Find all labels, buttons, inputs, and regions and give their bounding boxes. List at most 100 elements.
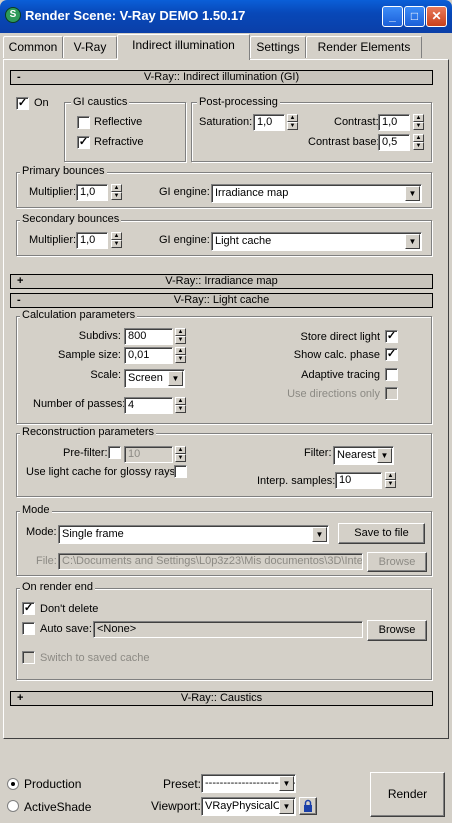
subdivs-spinner[interactable]: ▲ ▼ [175, 328, 186, 345]
render-button[interactable]: Render [370, 772, 445, 817]
prefilter-label: Pre-filter: [63, 447, 108, 459]
store-direct-checkbox[interactable]: ✓ [385, 330, 398, 343]
auto-save-checkbox[interactable] [22, 622, 35, 635]
minimize-button[interactable]: _ [382, 6, 403, 27]
passes-spinner[interactable]: ▲ ▼ [175, 397, 186, 414]
tab-render-elements[interactable]: Render Elements [306, 36, 422, 58]
calculation-parameters-title: Calculation parameters [20, 309, 138, 321]
auto-save-path-field[interactable]: <None> [93, 621, 363, 638]
close-button[interactable]: ✕ [426, 6, 447, 27]
store-direct-label: Store direct light [300, 331, 380, 343]
secondary-multiplier-field[interactable]: 1,0 [76, 232, 108, 249]
switch-cache-checkbox[interactable] [22, 651, 35, 664]
gi-rollout-header[interactable]: - V-Ray:: Indirect illumination (GI) [10, 70, 433, 85]
refractive-checkbox[interactable]: ✓ [77, 136, 90, 149]
gi-on-checkbox[interactable]: ✓ [16, 97, 29, 110]
chevron-down-icon: ▼ [279, 799, 294, 814]
lock-icon [304, 799, 312, 812]
file-browse-button[interactable]: Browse [367, 552, 427, 572]
subdivs-field[interactable]: 800 [124, 328, 173, 345]
sample-size-spinner[interactable]: ▲ ▼ [175, 347, 186, 364]
passes-label: Number of passes: [33, 398, 126, 410]
scale-value: Screen [128, 372, 163, 384]
preset-select[interactable]: -------------------------- ▼ [201, 774, 296, 793]
filter-select[interactable]: Nearest ▼ [333, 446, 394, 465]
contrast-base-label: Contrast base: [308, 136, 380, 148]
secondary-gi-engine-select[interactable]: Light cache ▼ [211, 232, 422, 251]
adaptive-tracing-checkbox[interactable] [385, 368, 398, 381]
saturation-spinner[interactable]: ▲ ▼ [287, 114, 298, 131]
auto-save-label: Auto save: [40, 623, 92, 635]
window-title: Render Scene: V-Ray DEMO 1.50.17 [25, 8, 246, 23]
chevron-down-icon: ▼ [312, 527, 327, 542]
primary-engine-label: GI engine: [159, 186, 210, 198]
dont-delete-checkbox[interactable]: ✓ [22, 602, 35, 615]
refractive-label: Refractive [94, 136, 144, 148]
file-path-field[interactable]: C:\Documents and Settings\L0p3z23\Mis do… [58, 553, 363, 570]
sample-size-field[interactable]: 0,01 [124, 347, 173, 364]
secondary-engine-label: GI engine: [159, 234, 210, 246]
on-render-end-title: On render end [20, 581, 95, 593]
expand-icon: + [17, 275, 24, 287]
interp-samples-spinner[interactable]: ▲ ▼ [385, 472, 396, 489]
contrast-base-field[interactable]: 0,5 [378, 134, 410, 151]
secondary-bounces-title: Secondary bounces [20, 213, 122, 225]
reflective-label: Reflective [94, 116, 143, 128]
secondary-multiplier-spinner[interactable]: ▲ ▼ [111, 232, 122, 249]
adaptive-tracing-label: Adaptive tracing [301, 369, 380, 381]
save-to-file-button[interactable]: Save to file [338, 523, 425, 544]
interp-samples-field[interactable]: 10 [335, 472, 382, 489]
tab-vray[interactable]: V-Ray [63, 36, 117, 58]
contrast-base-spinner[interactable]: ▲ ▼ [413, 134, 424, 151]
show-calc-label: Show calc. phase [293, 349, 380, 361]
tab-common[interactable]: Common [3, 36, 63, 58]
primary-multiplier-spinner[interactable]: ▲ ▼ [111, 184, 122, 201]
contrast-label: Contrast: [334, 116, 379, 128]
tab-settings[interactable]: Settings [250, 36, 306, 58]
dont-delete-label: Don't delete [40, 603, 99, 615]
glossy-rays-checkbox[interactable] [174, 465, 187, 478]
switch-cache-label: Switch to saved cache [40, 652, 150, 664]
production-radio[interactable] [7, 778, 19, 790]
post-processing-group [191, 102, 432, 162]
caustics-rollout-header[interactable]: + V-Ray:: Caustics [10, 691, 433, 706]
primary-gi-engine-select[interactable]: Irradiance map ▼ [211, 184, 422, 203]
preset-label: Preset: [163, 777, 202, 791]
mode-select[interactable]: Single frame ▼ [58, 525, 329, 544]
sample-size-label: Sample size: [58, 349, 121, 361]
chevron-down-icon: ▼ [405, 234, 420, 249]
interp-samples-label: Interp. samples: [257, 475, 336, 487]
prefilter-field[interactable]: 10 [124, 446, 173, 463]
viewport-value: VRayPhysicalCa [205, 800, 287, 812]
contrast-spinner[interactable]: ▲ ▼ [413, 114, 424, 131]
show-calc-checkbox[interactable]: ✓ [385, 348, 398, 361]
use-directions-checkbox[interactable] [385, 387, 398, 400]
chevron-down-icon: ▼ [405, 186, 420, 201]
chevron-down-icon: ▼ [168, 371, 183, 386]
prefilter-checkbox[interactable] [108, 446, 121, 459]
viewport-select[interactable]: VRayPhysicalCa ▼ [201, 797, 296, 816]
activeshade-radio[interactable] [7, 800, 19, 812]
primary-bounces-title: Primary bounces [20, 165, 107, 177]
mode-value: Single frame [62, 528, 124, 540]
reflective-checkbox[interactable] [77, 116, 90, 129]
saturation-field[interactable]: 1,0 [253, 114, 285, 131]
lightcache-rollout-header[interactable]: - V-Ray:: Light cache [10, 293, 433, 308]
reconstruction-parameters-title: Reconstruction parameters [20, 426, 157, 438]
mode-label: Mode: [26, 526, 57, 538]
primary-multiplier-field[interactable]: 1,0 [76, 184, 108, 201]
scale-select[interactable]: Screen ▼ [124, 369, 185, 388]
gi-caustics-title: GI caustics [71, 96, 130, 108]
lock-button[interactable] [299, 797, 317, 815]
filter-label: Filter: [304, 447, 332, 459]
tab-indirect-illumination[interactable]: Indirect illumination [117, 34, 250, 60]
rollout-title: V-Ray:: Indirect illumination (GI) [143, 71, 300, 83]
maximize-button[interactable]: □ [404, 6, 425, 27]
gi-caustics-group [64, 102, 186, 162]
passes-field[interactable]: 4 [124, 397, 173, 414]
irradiance-rollout-header[interactable]: + V-Ray:: Irradiance map [10, 274, 433, 289]
prefilter-spinner[interactable]: ▲ ▼ [175, 446, 186, 463]
primary-multiplier-label: Multiplier: [29, 186, 77, 198]
contrast-field[interactable]: 1,0 [378, 114, 410, 131]
auto-save-browse-button[interactable]: Browse [367, 620, 427, 641]
